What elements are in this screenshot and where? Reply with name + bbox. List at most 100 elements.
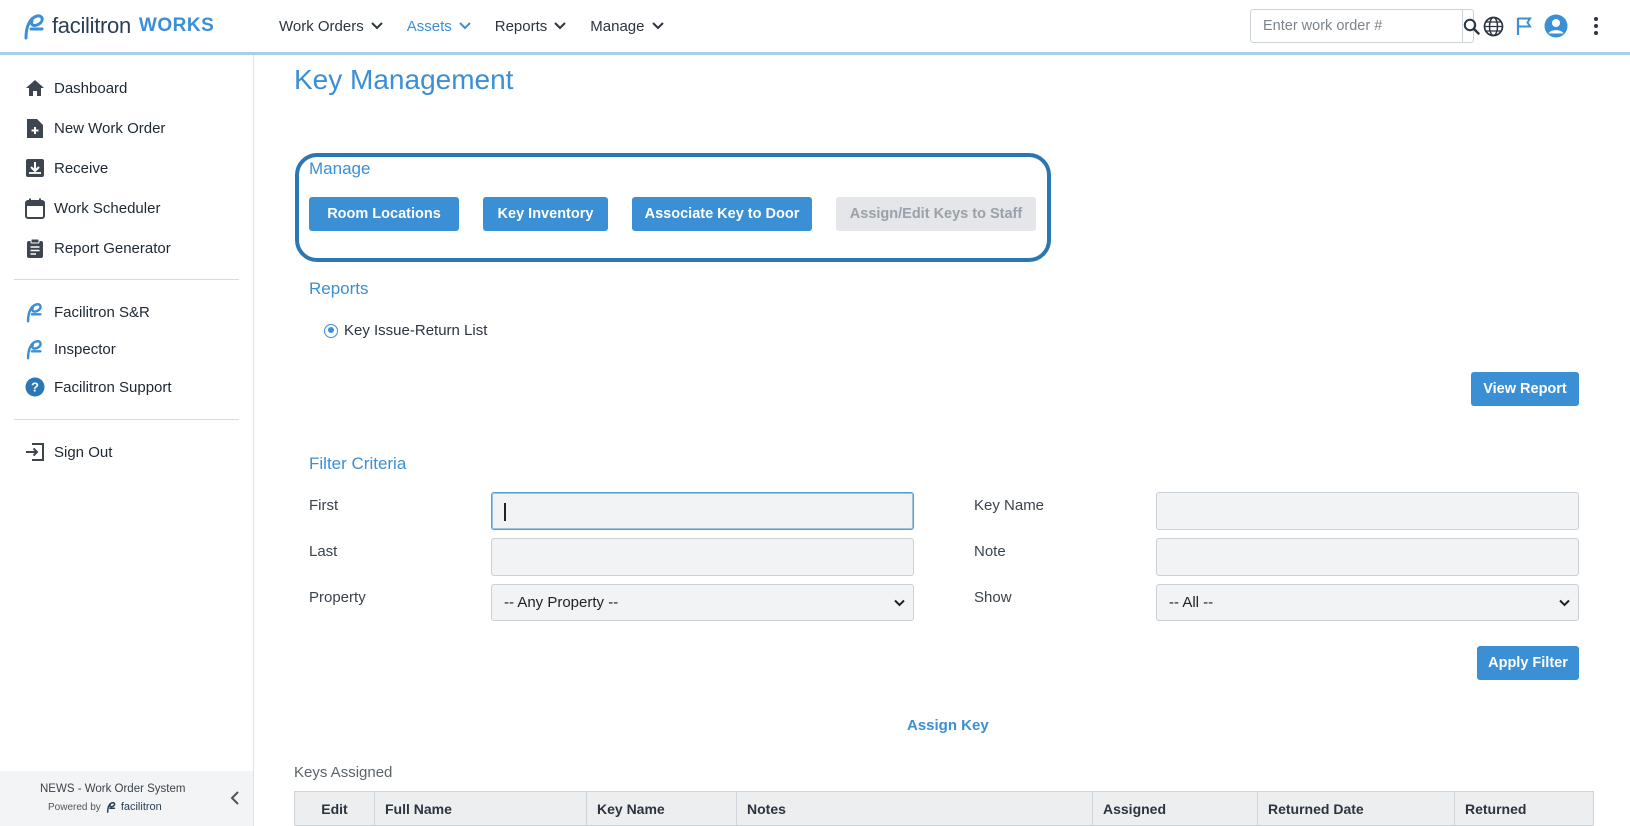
more-vertical-icon[interactable]: [1584, 14, 1608, 38]
powered-by: Powered by facilitron: [48, 801, 162, 813]
chevron-down-icon: [554, 22, 566, 30]
property-label: Property: [309, 589, 366, 606]
nav-work-orders[interactable]: Work Orders: [279, 18, 383, 35]
property-select[interactable]: -- Any Property --: [491, 584, 914, 621]
sidebar-divider: [14, 419, 239, 420]
facilitron-logo-icon: [24, 14, 44, 40]
manage-heading: Manage: [309, 159, 371, 178]
assign-key-link[interactable]: Assign Key: [907, 717, 989, 734]
first-name-input[interactable]: [491, 492, 914, 530]
keys-assigned-caption: Keys Assigned: [294, 764, 393, 781]
column-header-full-name[interactable]: Full Name: [374, 791, 587, 826]
sidebar-item-label: Inspector: [54, 340, 116, 358]
key-name-input[interactable]: [1156, 492, 1579, 530]
view-report-button[interactable]: View Report: [1471, 372, 1579, 406]
key-inventory-button[interactable]: Key Inventory: [483, 197, 608, 231]
sidebar-item-label: New Work Order: [54, 119, 166, 137]
powered-by-text: Powered by: [48, 801, 101, 813]
calendar-icon: [24, 197, 46, 219]
associate-key-to-door-button[interactable]: Associate Key to Door: [632, 197, 812, 231]
svg-text:?: ?: [31, 380, 39, 395]
nav-manage[interactable]: Manage: [590, 17, 664, 35]
facilitron-logo-icon: [24, 301, 46, 323]
main-nav: Work Orders Assets Reports Manage: [279, 0, 688, 52]
chevron-left-icon[interactable]: [228, 789, 242, 807]
nav-assets-label: Assets: [406, 17, 452, 35]
sidebar-item-label: Work Scheduler: [54, 199, 161, 217]
sidebar-item-inspector[interactable]: Inspector: [24, 335, 116, 363]
report-option-label: Key Issue-Return List: [344, 322, 488, 339]
table-header-row: Edit Full Name Key Name Notes Assigned R…: [294, 791, 1594, 826]
system-name: NEWS - Work Order System: [40, 783, 186, 795]
search-icon: [1463, 18, 1480, 35]
show-select-value: -- All --: [1169, 594, 1214, 611]
nav-manage-label: Manage: [590, 17, 645, 35]
user-avatar-icon[interactable]: [1544, 14, 1568, 38]
sidebar-item-work-scheduler[interactable]: Work Scheduler: [24, 194, 160, 222]
column-header-returned[interactable]: Returned: [1454, 791, 1594, 826]
sidebar-item-label: Sign Out: [54, 443, 113, 461]
facilitron-logo-icon: [24, 338, 46, 360]
logo-suffix: WORKS: [138, 15, 215, 36]
column-header-key-name[interactable]: Key Name: [586, 791, 737, 826]
column-header-edit[interactable]: Edit: [294, 791, 375, 826]
filter-criteria-heading: Filter Criteria: [309, 454, 407, 473]
sidebar-item-label: Report Generator: [54, 239, 171, 257]
nav-reports-label: Reports: [494, 17, 548, 35]
sidebar-item-dashboard[interactable]: Dashboard: [24, 74, 127, 102]
nav-assets[interactable]: Assets: [407, 18, 471, 35]
sidebar-item-facilitron-sr[interactable]: Facilitron S&R: [24, 298, 150, 326]
apply-filter-button[interactable]: Apply Filter: [1477, 646, 1579, 680]
chevron-down-icon: [651, 22, 664, 30]
first-name-label: First: [309, 497, 339, 514]
sidebar-divider: [14, 279, 239, 280]
search-button[interactable]: [1462, 10, 1480, 42]
inbox-download-icon: [24, 157, 46, 179]
show-label: Show: [974, 589, 1012, 606]
facilitron-logo-icon: [106, 802, 116, 813]
reports-heading: Reports: [309, 279, 369, 298]
logo-text: facilitron: [52, 13, 131, 38]
sidebar-item-label: Facilitron Support: [54, 378, 172, 396]
app-logo[interactable]: facilitron WORKS: [22, 11, 214, 41]
column-header-notes[interactable]: Notes: [736, 791, 1093, 826]
note-label: Note: [974, 543, 1006, 560]
sidebar-item-new-work-order[interactable]: New Work Order: [24, 114, 165, 142]
radio-selected-icon[interactable]: [324, 323, 338, 338]
nav-reports[interactable]: Reports: [495, 18, 567, 35]
report-option-key-issue-return[interactable]: Key Issue-Return List: [324, 322, 487, 339]
note-input[interactable]: [1156, 538, 1579, 576]
sidebar-item-sign-out[interactable]: Sign Out: [24, 438, 112, 466]
sidebar: Dashboard New Work Order Receive Work Sc…: [0, 55, 254, 826]
help-circle-icon: ?: [24, 376, 46, 398]
nav-work-orders-label: Work Orders: [279, 17, 364, 35]
globe-icon[interactable]: [1481, 14, 1505, 38]
room-locations-button[interactable]: Room Locations: [309, 197, 459, 231]
key-name-label: Key Name: [974, 497, 1045, 514]
home-icon: [24, 77, 46, 99]
chevron-down-icon: [1559, 599, 1570, 607]
work-order-search: [1250, 9, 1480, 43]
last-name-input[interactable]: [491, 538, 914, 576]
show-select[interactable]: -- All --: [1156, 584, 1579, 621]
powered-by-brand: facilitron: [120, 801, 162, 813]
sidebar-item-facilitron-support[interactable]: ? Facilitron Support: [24, 373, 172, 401]
sidebar-footer: NEWS - Work Order System Powered by faci…: [0, 771, 253, 826]
chevron-down-icon: [894, 599, 905, 607]
last-name-label: Last: [309, 543, 338, 560]
sign-out-icon: [24, 441, 46, 463]
new-document-icon: [24, 117, 46, 139]
chevron-down-icon: [371, 22, 383, 30]
keys-assigned-table: Edit Full Name Key Name Notes Assigned R…: [294, 791, 1594, 826]
page-title: Key Management: [294, 64, 514, 95]
flag-icon[interactable]: [1512, 14, 1536, 38]
work-order-search-input[interactable]: [1251, 10, 1462, 42]
sidebar-item-receive[interactable]: Receive: [24, 154, 108, 182]
sidebar-item-report-generator[interactable]: Report Generator: [24, 234, 171, 262]
text-caret: [504, 503, 506, 521]
sidebar-item-label: Receive: [54, 159, 109, 177]
chevron-down-icon: [459, 22, 471, 30]
column-header-returned-date[interactable]: Returned Date: [1257, 791, 1455, 826]
assign-edit-keys-to-staff-button[interactable]: Assign/Edit Keys to Staff: [836, 197, 1036, 231]
column-header-assigned[interactable]: Assigned: [1092, 791, 1258, 826]
